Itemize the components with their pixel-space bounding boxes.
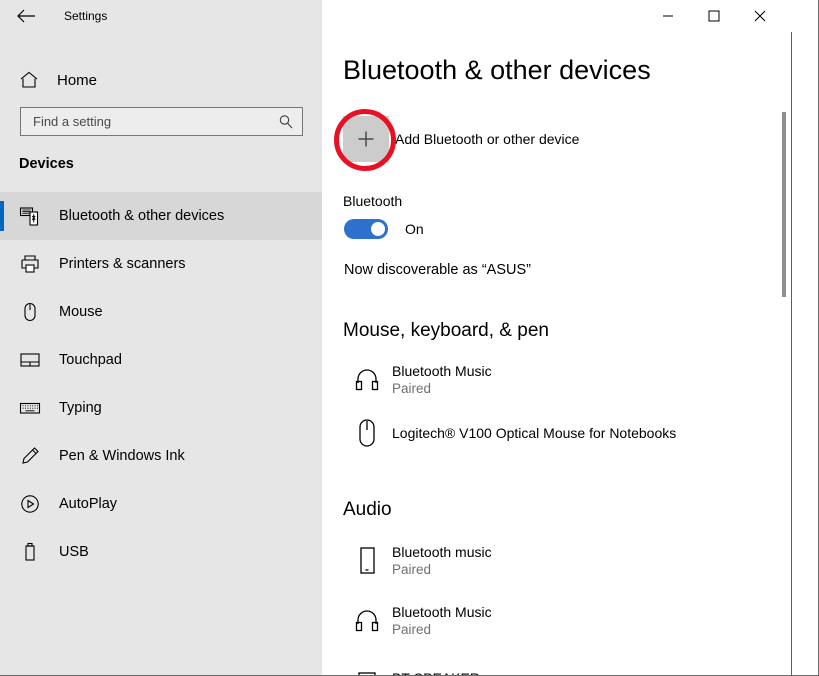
mouse-icon (352, 415, 382, 451)
device-status: Paired (392, 621, 492, 639)
device-text: Logitech® V100 Optical Mouse for Noteboo… (392, 424, 676, 442)
sidebar-item-label: Bluetooth & other devices (59, 208, 224, 224)
bluetooth-toggle[interactable] (344, 219, 388, 239)
maximize-button[interactable] (691, 0, 737, 31)
title-bar-left-region (0, 0, 322, 32)
sidebar-item-label: Touchpad (59, 352, 122, 368)
settings-window: Settings (0, 0, 819, 676)
headphones-icon (352, 603, 382, 639)
sidebar-item-label: Printers & scanners (59, 256, 186, 272)
back-arrow-icon (16, 8, 36, 24)
back-button[interactable] (8, 2, 44, 30)
pen-icon (19, 445, 41, 467)
bluetooth-devices-icon (19, 205, 41, 227)
sidebar-item-pen-windows-ink[interactable]: Pen & Windows Ink (0, 432, 322, 480)
bluetooth-toggle-state: On (405, 221, 424, 237)
sidebar-item-home[interactable]: Home (0, 60, 322, 100)
search-box[interactable] (20, 107, 303, 136)
device-name: Bluetooth Music (392, 603, 492, 621)
autoplay-icon (19, 493, 41, 515)
device-name: Bluetooth Music (392, 362, 492, 380)
device-status: Paired (392, 380, 492, 398)
device-status: Paired (392, 561, 492, 579)
sidebar-item-autoplay[interactable]: AutoPlay (0, 480, 322, 528)
sidebar-item-label: Mouse (59, 304, 103, 320)
device-name: BT-SPEAKER (392, 669, 480, 676)
add-device-label: Add Bluetooth or other device (395, 131, 579, 147)
keyboard-icon (19, 397, 41, 419)
device-text: BT-SPEAKER (392, 669, 480, 676)
device-row[interactable]: Bluetooth music Paired (343, 537, 793, 585)
add-bluetooth-or-other-device-button[interactable]: Add Bluetooth or other device (343, 116, 763, 162)
sidebar-item-typing[interactable]: Typing (0, 384, 322, 432)
device-row[interactable]: Logitech® V100 Optical Mouse for Noteboo… (343, 409, 793, 457)
sidebar-item-bluetooth-other-devices[interactable]: Bluetooth & other devices (0, 192, 322, 240)
title-bar: Settings (0, 0, 819, 32)
printer-icon (19, 253, 41, 275)
mouse-icon (19, 301, 41, 323)
search-icon (278, 114, 294, 130)
device-text: Bluetooth music Paired (392, 543, 492, 579)
scrollbar-thumb[interactable] (782, 112, 786, 297)
sidebar-item-mouse[interactable]: Mouse (0, 288, 322, 336)
close-button[interactable] (737, 0, 783, 31)
device-row[interactable]: Bluetooth Music Paired (343, 597, 793, 645)
maximize-icon (708, 10, 720, 22)
usb-icon (19, 541, 41, 563)
bluetooth-section-label: Bluetooth (343, 193, 402, 209)
sidebar-item-touchpad[interactable]: Touchpad (0, 336, 322, 384)
speaker-icon (352, 660, 382, 676)
headphones-icon (352, 362, 382, 398)
window-title: Settings (64, 0, 107, 32)
sidebar: Home Devices (0, 32, 322, 676)
phone-icon (352, 543, 382, 579)
sidebar-item-usb[interactable]: USB (0, 528, 322, 576)
sidebar-item-label: AutoPlay (59, 496, 117, 512)
main-content: Bluetooth & other devices Add Bluetooth … (322, 32, 819, 676)
device-row[interactable]: Bluetooth Music Paired (343, 356, 793, 404)
device-name: Bluetooth music (392, 543, 492, 561)
minimize-button[interactable] (645, 0, 691, 31)
touchpad-icon (19, 349, 41, 371)
plus-icon (343, 116, 389, 162)
sidebar-category-heading: Devices (19, 156, 74, 172)
home-icon (16, 67, 42, 93)
toggle-knob (371, 222, 385, 236)
search-input[interactable] (31, 108, 275, 135)
device-text: Bluetooth Music Paired (392, 603, 492, 639)
scrollbar[interactable] (778, 32, 790, 676)
group-heading-audio: Audio (343, 499, 392, 521)
sidebar-item-label: Typing (59, 400, 102, 416)
bluetooth-toggle-row: On (344, 219, 424, 239)
content-right-border (791, 32, 792, 676)
sidebar-item-label: USB (59, 544, 89, 560)
selection-indicator (0, 201, 4, 231)
device-row[interactable]: BT-SPEAKER (343, 654, 793, 676)
sidebar-item-home-label: Home (57, 72, 97, 89)
device-text: Bluetooth Music Paired (392, 362, 492, 398)
group-heading-mouse-keyboard-pen: Mouse, keyboard, & pen (343, 320, 549, 342)
device-name: Logitech® V100 Optical Mouse for Noteboo… (392, 424, 676, 442)
sidebar-item-label: Pen & Windows Ink (59, 448, 185, 464)
page-title: Bluetooth & other devices (343, 55, 651, 86)
close-icon (754, 10, 766, 22)
sidebar-nav-list: Bluetooth & other devices Printers & sca… (0, 192, 322, 576)
discoverable-status-text: Now discoverable as “ASUS” (344, 262, 531, 278)
minimize-icon (662, 10, 674, 22)
sidebar-item-printers-scanners[interactable]: Printers & scanners (0, 240, 322, 288)
